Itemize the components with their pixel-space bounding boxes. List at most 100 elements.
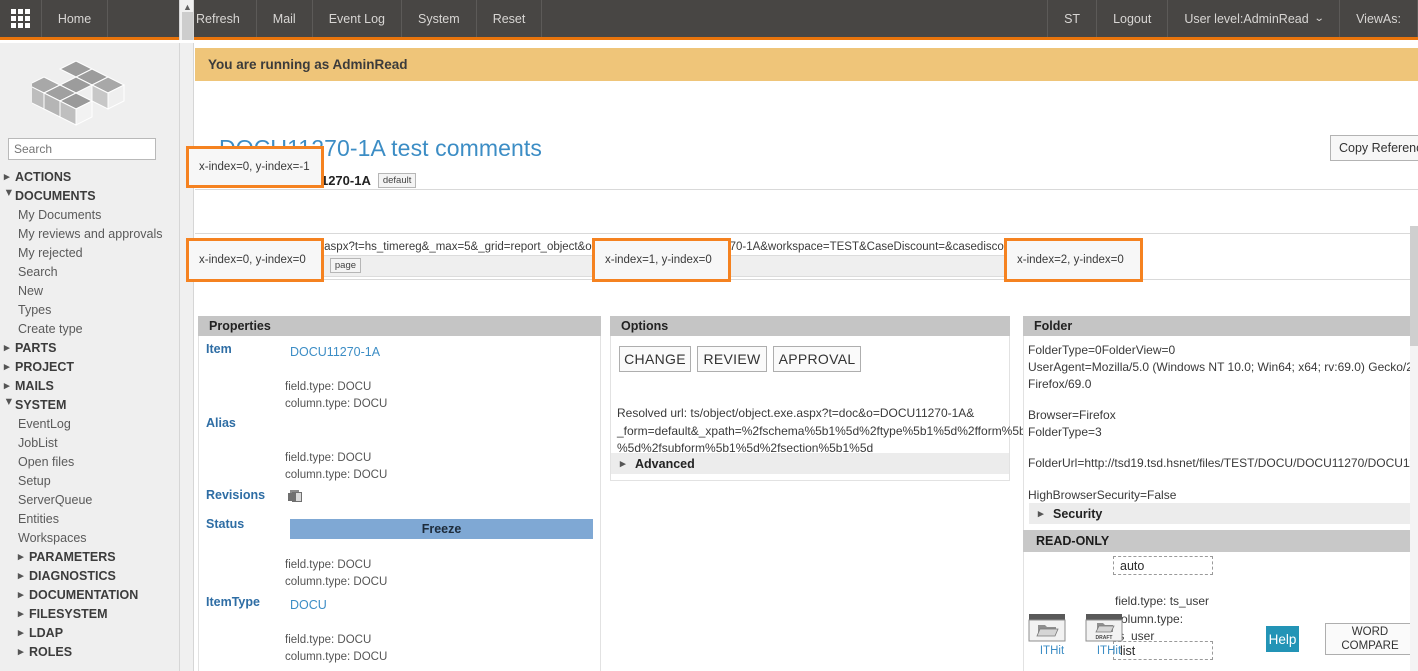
toolbar-gap xyxy=(108,0,180,37)
waffle-grid-icon[interactable] xyxy=(0,0,42,37)
prop-value-itemtype[interactable]: DOCU xyxy=(290,598,327,612)
folder-line-6: FolderUrl=http://tsd19.tsd.hsnet/files/T… xyxy=(1028,456,1418,470)
chevron-right-icon: ▸ xyxy=(620,458,626,470)
advanced-section[interactable]: ▸ Advanced xyxy=(611,453,1009,474)
sidebar-item-label: My reviews and approvals xyxy=(18,226,163,241)
chevron-right-icon: ▸ xyxy=(18,646,24,658)
nav-home[interactable]: Home xyxy=(42,0,108,37)
word-compare-button[interactable]: WORD COMPARE xyxy=(1325,623,1415,655)
sidebar-item-label: JobList xyxy=(18,435,58,450)
sidebar-item-label: My Documents xyxy=(18,207,102,222)
toolbar-reset[interactable]: Reset xyxy=(477,0,543,37)
toolbar-view-as[interactable]: ViewAs: xyxy=(1340,0,1418,37)
sidebar-item-serverqueue[interactable]: ServerQueue xyxy=(0,490,179,509)
folder-line-3: Firefox/69.0 xyxy=(1028,377,1092,391)
sidebar-item-eventlog[interactable]: EventLog xyxy=(0,414,179,433)
sidebar-item-label: Search xyxy=(18,264,58,279)
search-input[interactable] xyxy=(8,138,156,160)
sidebar-item-label: Open files xyxy=(18,454,75,469)
prop-meta-alias: field.type: DOCU column.type: DOCU xyxy=(285,452,388,481)
scrollbar-thumb[interactable] xyxy=(182,12,193,40)
ithit-open-link[interactable]: ITHit xyxy=(1028,613,1076,657)
sidebar-item-parameters[interactable]: ▸ PARAMETERS xyxy=(0,547,179,566)
sidebar-item-search[interactable]: Search xyxy=(0,262,179,281)
sidebar-item-filesystem[interactable]: ▸ FILESYSTEM xyxy=(0,604,179,623)
toolbar-spacer xyxy=(542,0,1049,37)
sidebar-item-diagnostics[interactable]: ▸ DIAGNOSTICS xyxy=(0,566,179,585)
sidebar-item-label: FILESYSTEM xyxy=(29,606,108,621)
folder-line-4: Browser=Firefox xyxy=(1028,408,1116,422)
toolbar-st[interactable]: ST xyxy=(1048,0,1098,37)
prop-meta-itemtype: field.type: DOCU column.type: DOCU xyxy=(285,634,388,663)
sidebar-item-types[interactable]: Types xyxy=(0,300,179,319)
sidebar-item-create-type[interactable]: Create type xyxy=(0,319,179,338)
toolbar-system[interactable]: System xyxy=(402,0,477,37)
sidebar-item-label: ACTIONS xyxy=(15,169,72,184)
toolbar-logout[interactable]: Logout xyxy=(1097,0,1169,37)
user-level-dropdown[interactable]: User level:AdminRead ⌄ xyxy=(1168,0,1341,37)
chevron-right-icon: ▸ xyxy=(18,589,24,601)
sidebar-item-system[interactable]: ▸ SYSTEM xyxy=(0,395,179,414)
impersonation-banner: You are running as AdminRead xyxy=(195,48,1418,81)
prop-label-item: Item xyxy=(206,342,232,356)
ithit-draft-link[interactable]: DRAFT ITHit xyxy=(1085,613,1133,657)
sidebar-item-roles[interactable]: ▸ ROLES xyxy=(0,642,179,661)
sidebar-item-label: Setup xyxy=(18,473,51,488)
sidebar-item-open-files[interactable]: Open files xyxy=(0,452,179,471)
sidebar-item-joblist[interactable]: JobList xyxy=(0,433,179,452)
prop-value-item[interactable]: DOCU11270-1A xyxy=(290,345,380,359)
folder-line-1: FolderType=0FolderView=0 xyxy=(1028,343,1176,357)
content-scrollbar[interactable] xyxy=(1410,226,1418,671)
field-auto[interactable]: auto xyxy=(1113,556,1213,575)
sidebar-item-actions[interactable]: ▸ ACTIONS xyxy=(0,167,179,186)
scroll-up-icon: ▲ xyxy=(183,2,192,12)
chevron-right-icon: ▸ xyxy=(18,570,24,582)
sidebar-item-my-reviews-and-approvals[interactable]: My reviews and approvals xyxy=(0,224,179,243)
sidebar-item-label: Types xyxy=(18,302,52,317)
folder-panel-title: Folder xyxy=(1023,316,1418,336)
status-freeze-button[interactable]: Freeze xyxy=(290,519,593,539)
prop-label-status: Status xyxy=(206,517,245,531)
page-scrollbar-up[interactable]: ▲ xyxy=(179,0,194,40)
properties-panel-title: Properties xyxy=(198,316,601,336)
app-logo xyxy=(0,43,179,138)
security-section[interactable]: ▸ Security xyxy=(1029,503,1418,524)
sidebar-item-label: DIAGNOSTICS xyxy=(29,568,116,583)
sidebar-item-label: PARTS xyxy=(15,340,57,355)
sidebar-item-workspaces[interactable]: Workspaces xyxy=(0,528,179,547)
copy-reference-button[interactable]: Copy Reference xyxy=(1330,135,1418,161)
chevron-down-icon: ⌄ xyxy=(1313,13,1325,24)
sidebar-item-label: ROLES xyxy=(29,644,73,659)
ithit-label-2: ITHit xyxy=(1096,645,1122,657)
sidebar-item-new[interactable]: New xyxy=(0,281,179,300)
folder-line-2: UserAgent=Mozilla/5.0 (Windows NT 10.0; … xyxy=(1028,360,1418,374)
toolbar-event-log[interactable]: Event Log xyxy=(313,0,402,37)
toolbar-mail[interactable]: Mail xyxy=(257,0,313,37)
sidebar-item-mails[interactable]: ▸ MAILS xyxy=(0,376,179,395)
prop-meta-status: field.type: DOCU column.type: DOCU xyxy=(285,559,388,588)
sidebar-item-documents[interactable]: ▸ DOCUMENTS xyxy=(0,186,179,205)
sidebar-item-my-documents[interactable]: My Documents xyxy=(0,205,179,224)
isometric-cubes-logo xyxy=(31,59,125,126)
options-resolved-url: Resolved url: ts/object/object.exe.aspx?… xyxy=(617,406,1033,455)
scrollbar-thumb[interactable] xyxy=(1410,226,1418,346)
sidebar-item-project[interactable]: ▸ PROJECT xyxy=(0,357,179,376)
sidebar-item-setup[interactable]: Setup xyxy=(0,471,179,490)
help-button[interactable]: Help xyxy=(1266,626,1299,652)
prop-label-itemtype: ItemType xyxy=(206,595,260,609)
sidebar-item-parts[interactable]: ▸ PARTS xyxy=(0,338,179,357)
sidebar-item-my-rejected[interactable]: My rejected xyxy=(0,243,179,262)
sidebar-item-entities[interactable]: Entities xyxy=(0,509,179,528)
timeregistration-tag: page xyxy=(329,258,362,273)
review-button[interactable]: REVIEW xyxy=(697,346,767,372)
copy-pages-icon[interactable] xyxy=(287,490,303,504)
change-button[interactable]: CHANGE xyxy=(619,346,691,372)
sidebar-item-ldap[interactable]: ▸ LDAP xyxy=(0,623,179,642)
document-section-header[interactable]: ▸ Document DOCU11270-1A default xyxy=(195,171,1418,189)
sidebar-item-label: ServerQueue xyxy=(18,492,93,507)
approval-button[interactable]: APPROVAL xyxy=(773,346,861,372)
sidebar-scrollbar[interactable] xyxy=(179,43,194,671)
sidebar-item-label: SYSTEM xyxy=(15,397,67,412)
anno-2-0: x-index=2, y-index=0 xyxy=(1004,238,1143,282)
sidebar-item-documentation[interactable]: ▸ DOCUMENTATION xyxy=(0,585,179,604)
